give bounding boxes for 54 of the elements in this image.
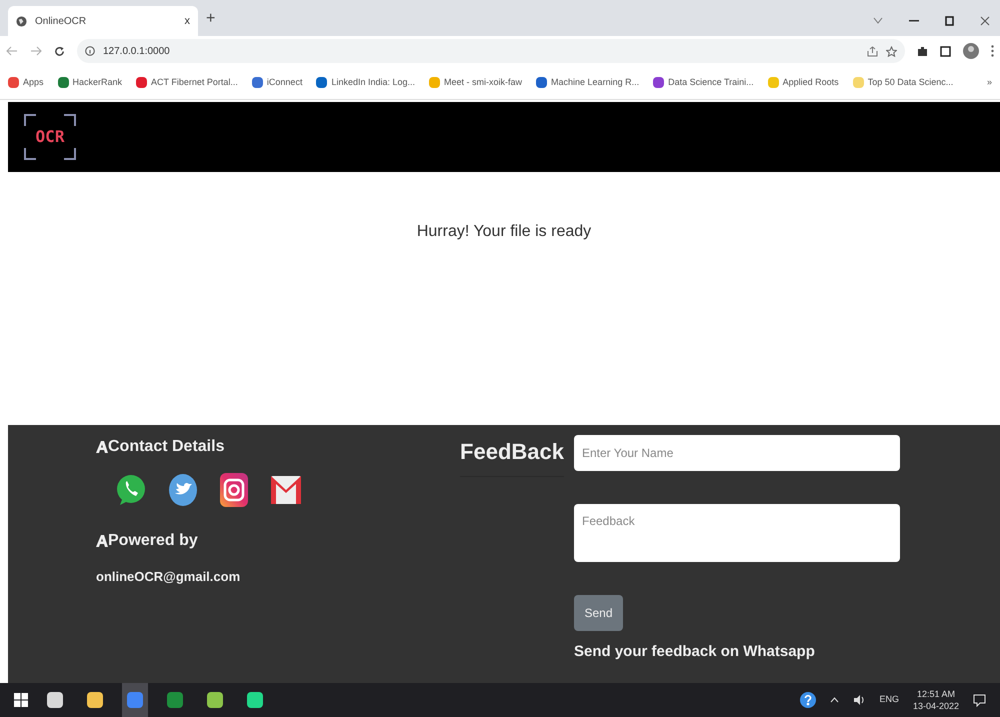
url-text: 127.0.0.1:0000 [103,44,170,58]
windows-icon[interactable] [14,693,28,707]
bookmark-link[interactable]: Machine Learning R... [551,76,640,90]
font-icon [96,441,108,453]
send-button[interactable]: Send [574,595,623,631]
more-bookmarks-button[interactable]: » [986,76,992,90]
bookmark-link[interactable]: Applied Roots [782,76,839,90]
bookmark-link[interactable]: Top 50 Data Scienc... [868,76,954,90]
feedback-heading: FeedBack [460,435,564,477]
browser-tab[interactable]: OnlineOCR x [8,6,198,36]
bookmark-link[interactable]: LinkedIn India: Log... [331,76,416,90]
bookmark-link[interactable]: Data Science Traini... [668,76,754,90]
notification-icon[interactable] [973,694,986,706]
language-indicator[interactable]: ENG [879,693,899,707]
font-icon [96,535,108,547]
mail-icon[interactable] [270,475,302,505]
close-icon[interactable] [980,16,990,26]
sidebar-icon[interactable] [940,46,951,56]
globe-icon [16,16,27,26]
share-icon[interactable] [867,46,878,56]
camera-icon[interactable] [220,473,248,507]
new-tab-button[interactable]: + [206,7,216,31]
bookmark-link[interactable]: iConnect [266,76,302,90]
menu-icon[interactable] [991,45,994,57]
close-tab-button[interactable]: x [184,12,190,30]
status-message: Hurray! Your file is ready [416,222,592,242]
contact-heading: Contact Details [108,437,224,457]
address-bar[interactable]: 127.0.0.1:0000 [77,39,905,63]
restore-icon[interactable] [945,16,954,26]
avatar-icon[interactable] [963,43,979,59]
bookmark-link[interactable]: HackerRank [72,76,122,90]
whatsapp-text: Send your feedback on Whatsapp [574,642,816,662]
bookmark-link[interactable]: Meet - smi-xoik-faw [444,76,522,90]
powered-heading: Powered by [108,531,198,551]
logo-text: OCR [36,126,64,148]
help-icon[interactable] [800,692,816,708]
chevron-up-icon[interactable] [830,697,840,703]
email-text: onlineOCR@gmail.com [96,568,242,586]
speaker-icon[interactable] [853,694,866,706]
clock-time: 12:51 AM [916,688,955,700]
bookmark-link[interactable]: Apps [23,76,44,90]
clock-date: 13-04-2022 [912,700,959,712]
logo[interactable]: OCR [24,114,76,160]
reload-icon[interactable] [54,46,65,56]
info-icon [85,46,95,56]
minimize-icon[interactable] [909,20,919,22]
bird-icon[interactable] [168,473,198,507]
name-field[interactable]: Enter Your Name [574,435,900,471]
bookmark-link[interactable]: ACT Fibernet Portal... [151,76,238,90]
feedback-field[interactable]: Feedback [574,504,900,562]
tab-title: OnlineOCR [35,14,88,28]
chevron-down-icon[interactable] [873,17,883,25]
star-icon[interactable] [886,46,897,56]
phone-chat-icon[interactable] [116,473,146,507]
